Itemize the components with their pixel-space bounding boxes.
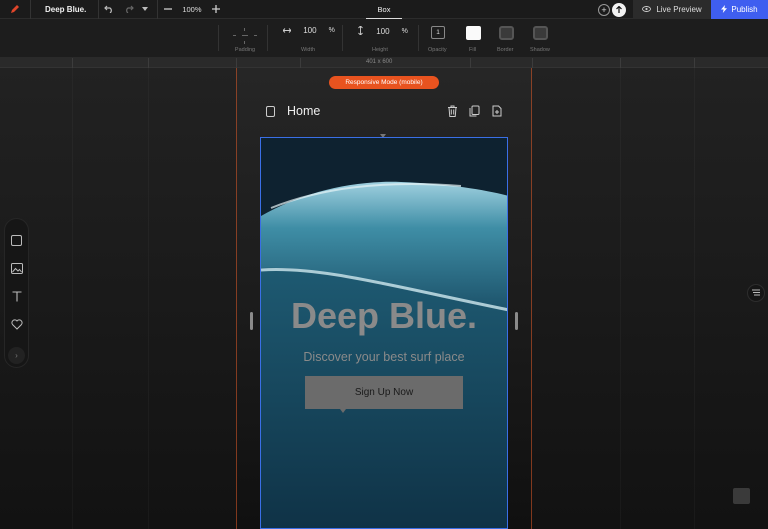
page-name[interactable]: Home: [287, 104, 320, 118]
hero-subtitle[interactable]: Discover your best surf place: [0, 350, 768, 364]
border-swatch[interactable]: [499, 26, 514, 40]
tab-box[interactable]: Box: [366, 0, 402, 19]
bolt-icon: [721, 4, 728, 15]
layers-icon[interactable]: [747, 284, 765, 302]
padding-label: Padding: [234, 47, 256, 53]
opacity-input[interactable]: 1: [431, 26, 445, 39]
border-label: Border: [497, 47, 514, 53]
top-bar: Deep Blue. 100% Box + Live Preview Publi…: [0, 0, 768, 19]
duplicate-icon[interactable]: [468, 105, 481, 118]
fill-label: Fill: [469, 47, 477, 53]
padding-icon: [233, 28, 257, 44]
zoom-in-icon[interactable]: [206, 0, 226, 19]
zoom-level: 100%: [182, 4, 202, 14]
hero-title[interactable]: Deep Blue.: [0, 295, 768, 337]
width-unit[interactable]: %: [329, 27, 335, 34]
history-dropdown-icon[interactable]: [139, 0, 151, 19]
sign-up-button[interactable]: Sign Up Now: [305, 376, 463, 409]
text-tool-icon[interactable]: [10, 289, 24, 303]
width-control[interactable]: 100 % Width: [281, 19, 337, 58]
width-label: Width: [301, 47, 316, 53]
trash-icon[interactable]: [446, 105, 459, 118]
shadow-control[interactable]: Shadow: [530, 19, 552, 58]
box-tool-icon[interactable]: [10, 233, 24, 247]
topbar-actions: + Live Preview Publish: [598, 0, 768, 19]
width-input[interactable]: 100: [303, 26, 316, 35]
properties-bar: Padding 100 % Width 100 % Height 1 Opaci…: [0, 19, 768, 58]
zoom-out-icon[interactable]: [158, 0, 178, 19]
fill-swatch[interactable]: [465, 26, 481, 40]
opacity-label: Opacity: [428, 47, 447, 53]
page-icon: [266, 105, 275, 117]
height-label: Height: [372, 47, 388, 53]
divider: [267, 25, 268, 51]
page-header: Home: [263, 101, 508, 121]
left-toolbar: ›: [4, 218, 29, 368]
height-unit[interactable]: %: [402, 28, 408, 35]
shadow-label: Shadow: [530, 47, 550, 53]
border-control[interactable]: Border: [497, 19, 517, 58]
heart-tool-icon[interactable]: [10, 317, 24, 331]
live-preview-label: Live Preview: [656, 5, 702, 14]
eye-icon: [642, 5, 652, 14]
publish-label: Publish: [731, 5, 758, 14]
size-readout: 401 x 600: [366, 59, 393, 65]
responsive-mode-badge: Responsive Mode (mobile): [329, 76, 439, 89]
opacity-control[interactable]: 1 Opacity: [428, 19, 448, 58]
height-input[interactable]: 100: [376, 27, 389, 36]
image-tool-icon[interactable]: [10, 261, 24, 275]
pencil-logo-icon[interactable]: [0, 0, 30, 19]
divider: [218, 25, 219, 51]
divider: [418, 25, 419, 51]
add-page-icon[interactable]: [490, 105, 503, 118]
chat-icon[interactable]: [733, 488, 750, 504]
upload-icon[interactable]: [612, 2, 626, 17]
redo-icon[interactable]: [119, 0, 139, 19]
add-icon[interactable]: +: [598, 3, 610, 16]
width-arrows-icon: [282, 26, 292, 35]
shadow-swatch[interactable]: [533, 26, 548, 40]
height-control[interactable]: 100 % Height: [355, 19, 411, 58]
undo-icon[interactable]: [99, 0, 119, 19]
publish-button[interactable]: Publish: [711, 0, 768, 19]
page-actions: [446, 105, 503, 118]
fill-control[interactable]: Fill: [465, 19, 481, 58]
divider: [342, 25, 343, 51]
project-title[interactable]: Deep Blue.: [30, 0, 98, 19]
height-arrows-icon: [358, 25, 364, 37]
expand-chevron-icon[interactable]: ›: [8, 347, 25, 364]
live-preview-button[interactable]: Live Preview: [633, 0, 711, 19]
padding-control[interactable]: Padding: [232, 19, 258, 58]
